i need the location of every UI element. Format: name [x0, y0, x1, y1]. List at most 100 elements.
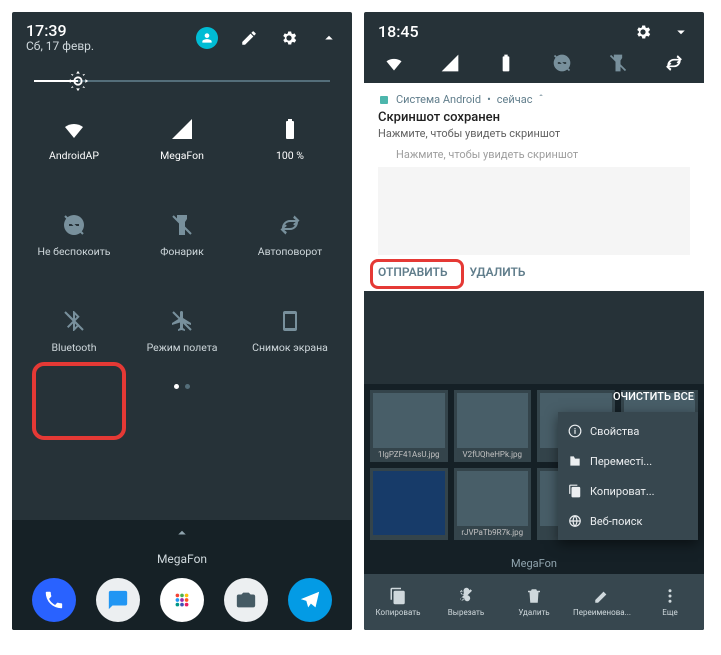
tile-bluetooth[interactable]: Bluetooth [20, 290, 128, 372]
tile-airplane[interactable]: Режим полета [128, 290, 236, 372]
file-item[interactable] [370, 468, 448, 540]
tb-cut[interactable]: Вырезать [432, 574, 500, 630]
wifi-icon[interactable] [378, 53, 410, 73]
ctx-copy[interactable]: Копироват... [558, 476, 698, 506]
carrier-label: MegaFon [12, 552, 352, 566]
more-icon [661, 587, 679, 605]
autorotate-icon [278, 213, 302, 237]
dnd-icon [62, 213, 86, 237]
phone-icon [43, 589, 65, 611]
notification-hint: Нажмите, чтобы увидеть скриншот [378, 148, 690, 161]
file-item[interactable]: rJVPaTb9R7k.jpg [454, 468, 532, 540]
chevron-down-icon[interactable] [672, 23, 690, 41]
send-button[interactable]: ОТПРАВИТЬ [378, 265, 447, 279]
notification-subtitle: Нажмите, чтобы увидеть скриншот [378, 127, 690, 140]
chevron-up-icon [173, 524, 191, 542]
screenshot-icon [278, 309, 302, 333]
tile-label: AndroidAP [49, 149, 99, 162]
move-icon [568, 454, 582, 468]
tile-flashlight[interactable]: Фонарик [128, 194, 236, 276]
tile-screenshot[interactable]: Снимок экрана [236, 290, 344, 372]
right-phone-notification: 18:45 Система Android • сейчас ˆ Скриншо… [364, 12, 704, 630]
telegram-icon [299, 589, 321, 611]
trash-icon [525, 587, 543, 605]
dock-camera[interactable] [224, 578, 268, 622]
camera-icon [235, 589, 257, 611]
tile-label: Фонарик [160, 245, 204, 258]
pencil-icon[interactable] [240, 29, 258, 47]
left-phone-quick-settings: 17:39 Сб, 17 февр. AndroidAP MegaFon [12, 12, 352, 630]
airplane-off-icon [170, 309, 194, 333]
dock-telegram[interactable] [288, 578, 332, 622]
dock [12, 578, 352, 622]
signal-icon[interactable] [434, 53, 466, 73]
delete-button[interactable]: УДАЛИТЬ [469, 265, 525, 279]
copy-icon [568, 484, 582, 498]
chevron-up-icon[interactable] [320, 29, 338, 47]
brightness-thumb[interactable] [67, 70, 89, 92]
cut-icon [457, 587, 475, 605]
notification-card[interactable]: Система Android • сейчас ˆ Скриншот сохр… [364, 83, 704, 291]
battery-icon [278, 117, 302, 141]
copy-icon [389, 587, 407, 605]
tile-label: Автоповорот [258, 245, 322, 258]
clear-all-button[interactable]: ОЧИСТИТЬ ВСЕ [613, 390, 694, 403]
notification-app-name: Система Android [396, 93, 481, 106]
tile-label: MegaFon [160, 149, 204, 162]
tile-label: Режим полета [147, 341, 218, 354]
expand-handle[interactable] [12, 520, 352, 542]
user-icon [200, 31, 214, 45]
tile-label: Снимок экрана [252, 341, 328, 354]
android-system-icon [378, 94, 390, 106]
signal-icon [170, 117, 194, 141]
globe-icon [568, 514, 582, 528]
notification-app-row: Система Android • сейчас ˆ [378, 93, 690, 106]
tile-battery[interactable]: 100 % [236, 98, 344, 180]
autorotate-icon[interactable] [658, 53, 690, 73]
tb-delete[interactable]: Удалить [500, 574, 568, 630]
gear-icon[interactable] [634, 23, 652, 41]
bluetooth-off-icon [62, 309, 86, 333]
battery-icon[interactable] [490, 53, 522, 73]
qs-mini-row [364, 45, 704, 83]
notification-title: Скриншот сохранен [378, 110, 690, 125]
dock-apps[interactable] [160, 578, 204, 622]
carrier-label: MegaFon [364, 557, 704, 570]
flashlight-icon [170, 213, 194, 237]
dock-phone[interactable] [32, 578, 76, 622]
selection-toolbar: Копировать Вырезать Удалить Переименова.… [364, 574, 704, 630]
tile-autorotate[interactable]: Автоповорот [236, 194, 344, 276]
tb-copy[interactable]: Копировать [364, 574, 432, 630]
ctx-websearch[interactable]: Веб-поиск [558, 506, 698, 536]
notification-actions: ОТПРАВИТЬ УДАЛИТЬ [378, 261, 690, 283]
dnd-icon[interactable] [546, 53, 578, 73]
gear-icon[interactable] [280, 29, 298, 47]
tile-wifi[interactable]: AndroidAP [20, 98, 128, 180]
tile-dnd[interactable]: Не беспокоить [20, 194, 128, 276]
ctx-properties[interactable]: Свойства [558, 416, 698, 446]
tb-rename[interactable]: Переименова... [568, 574, 636, 630]
page-indicator [12, 372, 352, 395]
notification-when: сейчас [497, 93, 533, 106]
file-item[interactable]: V2fUQheHPk.jpg [454, 390, 532, 462]
user-avatar[interactable] [196, 27, 218, 49]
brightness-slider[interactable] [12, 58, 352, 90]
chevron-up-icon[interactable]: ˆ [538, 93, 543, 106]
tile-label: 100 % [276, 149, 304, 162]
tile-label: Не беспокоить [38, 245, 111, 258]
status-bar: 18:45 [364, 12, 704, 45]
tile-label: Bluetooth [52, 341, 97, 354]
file-item[interactable]: 1lgPZF41AsU.jpg [370, 390, 448, 462]
apps-icon [171, 589, 193, 611]
brightness-icon [67, 70, 89, 92]
context-menu: Свойства Переместі... Копироват... Веб-п… [558, 412, 698, 540]
screenshot-preview[interactable] [378, 167, 690, 255]
qs-footer: MegaFon [12, 520, 352, 630]
dock-messages[interactable] [96, 578, 140, 622]
ctx-move[interactable]: Переместі... [558, 446, 698, 476]
tile-cellular[interactable]: MegaFon [128, 98, 236, 180]
flashlight-icon[interactable] [602, 53, 634, 73]
tb-more[interactable]: Еще [636, 574, 704, 630]
qs-tiles: AndroidAP MegaFon 100 % Не беспокоить Фо… [12, 90, 352, 372]
clock-date: Сб, 17 февр. [26, 40, 196, 54]
